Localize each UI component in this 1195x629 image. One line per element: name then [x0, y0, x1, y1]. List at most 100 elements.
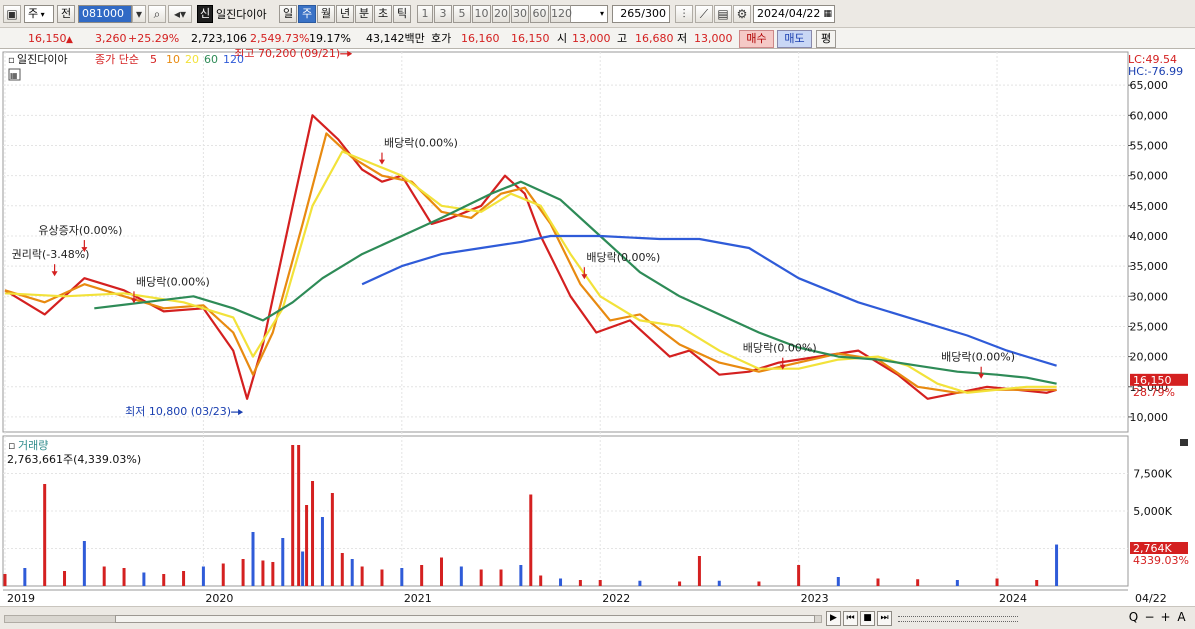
volume-panel-close-icon[interactable] — [1180, 439, 1188, 446]
volume-bar — [380, 569, 384, 586]
volume-bar — [529, 494, 533, 586]
volume-bar — [221, 563, 225, 586]
volume-bar — [678, 581, 682, 586]
legend-ma-label: 5 — [150, 53, 157, 66]
timeframe-button[interactable]: 틱 — [393, 5, 411, 23]
settings-gear-icon[interactable]: ⚙ — [733, 5, 751, 23]
stock-chart[interactable]: 65,000 60,000 55,000 50,000 45,000 40,000 35,0… — [0, 47, 1195, 612]
volume-bar — [757, 581, 761, 586]
chart-area[interactable]: 65,000 60,000 55,000 50,000 45,000 40,000 35,0… — [0, 47, 1195, 612]
main-toolbar: ▣ 주 ▾ 전 081000 ▾ ⌕ ◂▾ 신 일진다이아 ▾ 265/300 … — [0, 0, 1195, 28]
period-type-select[interactable]: 주 ▾ — [24, 5, 54, 23]
chart-annotation: 최고 70,200 (09/21) — [234, 49, 340, 60]
legend-price-label: 종가 단순 — [95, 53, 139, 66]
period-button[interactable]: 30 — [511, 5, 529, 23]
scrollbar-thumb[interactable] — [115, 615, 815, 623]
price-tick-label: 50,000 — [1130, 170, 1169, 183]
timeframe-button[interactable]: 분 — [355, 5, 373, 23]
volume-bar — [201, 566, 205, 586]
volume-bar — [330, 493, 334, 586]
volume-bar — [261, 560, 265, 586]
volume-bar — [995, 578, 999, 586]
sell-button[interactable]: 매도 — [777, 30, 812, 48]
period-button[interactable]: 20 — [492, 5, 510, 23]
period-button[interactable]: 3 — [434, 5, 452, 23]
speaker-icon[interactable]: ◂▾ — [168, 5, 192, 23]
price-tick-label: 20,000 — [1130, 351, 1169, 364]
high-price: 16,680 — [635, 32, 674, 45]
window-menu-icon[interactable]: ▣ — [3, 5, 21, 23]
chart-title: 일진다이아 — [17, 52, 68, 66]
nav-button[interactable]: ⏭ — [877, 611, 892, 626]
timeframe-button[interactable]: 주 — [298, 5, 316, 23]
volume-bar — [1055, 544, 1059, 586]
volume-bar — [305, 505, 309, 586]
search-icon[interactable]: ⌕ — [148, 5, 166, 23]
line-tool-icon[interactable]: ⟋ — [695, 5, 713, 23]
volume-bar — [519, 565, 523, 586]
volume-bar — [578, 580, 582, 586]
volume-bar — [241, 559, 245, 586]
volume-bar — [876, 578, 880, 586]
data-count-field[interactable]: 265/300 — [612, 5, 670, 23]
volume-title-icon: ▫ — [8, 439, 15, 452]
volume-bar — [499, 569, 503, 586]
eval-button[interactable]: 평 — [816, 30, 836, 48]
trade-volume: 2,723,106 — [191, 32, 247, 45]
quote-bar: 16,150 ▲ 3,260 +25.29% 2,723,106 2,549.7… — [0, 28, 1195, 49]
volume-bar — [697, 556, 701, 586]
nav-button[interactable]: ■ — [860, 611, 875, 626]
stock-name: 일진다이아 — [216, 8, 267, 21]
volume-bar — [350, 559, 354, 586]
zoom-button[interactable]: A — [1174, 611, 1189, 626]
candle-type-icon[interactable]: ⫶ — [675, 5, 693, 23]
volume-bar — [142, 572, 146, 586]
calendar-icon[interactable]: ▦ — [823, 6, 832, 22]
timeframe-button[interactable]: 일 — [279, 5, 297, 23]
volume-bar — [23, 568, 27, 586]
x-tick-label: 2021 — [404, 592, 432, 605]
mode-toggle-button[interactable]: 전 — [57, 5, 75, 23]
period-extra-select[interactable]: ▾ — [570, 5, 608, 23]
timeframe-button[interactable]: 월 — [317, 5, 335, 23]
price-tick-label: 55,000 — [1130, 139, 1169, 152]
ask-price: 16,160 — [461, 32, 500, 45]
volume-bar — [301, 551, 305, 586]
period-button[interactable]: 120 — [550, 5, 572, 23]
date-input[interactable]: 2024/04/22 ▦ — [753, 5, 835, 23]
timeframe-button[interactable]: 초 — [374, 5, 392, 23]
zoom-button[interactable]: + — [1158, 611, 1173, 626]
nav-button[interactable]: ▶ — [826, 611, 841, 626]
volume-bar — [539, 575, 543, 586]
volume-bar — [340, 553, 344, 586]
volume-bar — [598, 580, 602, 586]
period-button[interactable]: 5 — [453, 5, 471, 23]
volume-tick-label: 7,500K — [1133, 468, 1172, 481]
x-tick-label: 2023 — [801, 592, 829, 605]
volume-bar — [102, 566, 106, 586]
code-dropdown-icon[interactable]: ▾ — [132, 5, 146, 23]
buy-button[interactable]: 매수 — [739, 30, 774, 48]
nav-button[interactable]: ⏮ — [843, 611, 858, 626]
period-button[interactable]: 60 — [530, 5, 549, 23]
price-tick-label: 60,000 — [1130, 109, 1169, 122]
high-label: 고 — [617, 32, 628, 45]
zoom-slider[interactable] — [898, 616, 1018, 622]
chart-navigation-bar: ▶ ⏮ ■ ⏭ Q − + A — [0, 606, 1195, 629]
volume-bar — [43, 484, 47, 586]
volume-bar — [122, 568, 126, 586]
timeframe-button[interactable]: 년 — [336, 5, 354, 23]
volume-bar — [251, 532, 255, 586]
price-tick-label: 30,000 — [1130, 290, 1169, 303]
zoom-button[interactable]: − — [1142, 611, 1157, 626]
period-button[interactable]: 10 — [472, 5, 491, 23]
price-change-pct: +25.29% — [128, 32, 180, 45]
volume-bar — [311, 481, 315, 586]
zoom-button[interactable]: Q — [1126, 611, 1141, 626]
save-icon[interactable]: ▤ — [714, 5, 732, 23]
period-button[interactable]: 1 — [417, 5, 433, 23]
chart-annotation: 최저 10,800 (03/23) — [125, 405, 231, 418]
stock-code-input[interactable]: 081000 — [78, 5, 132, 23]
volume-bar — [1035, 580, 1039, 586]
price-change: 3,260 — [95, 32, 127, 45]
